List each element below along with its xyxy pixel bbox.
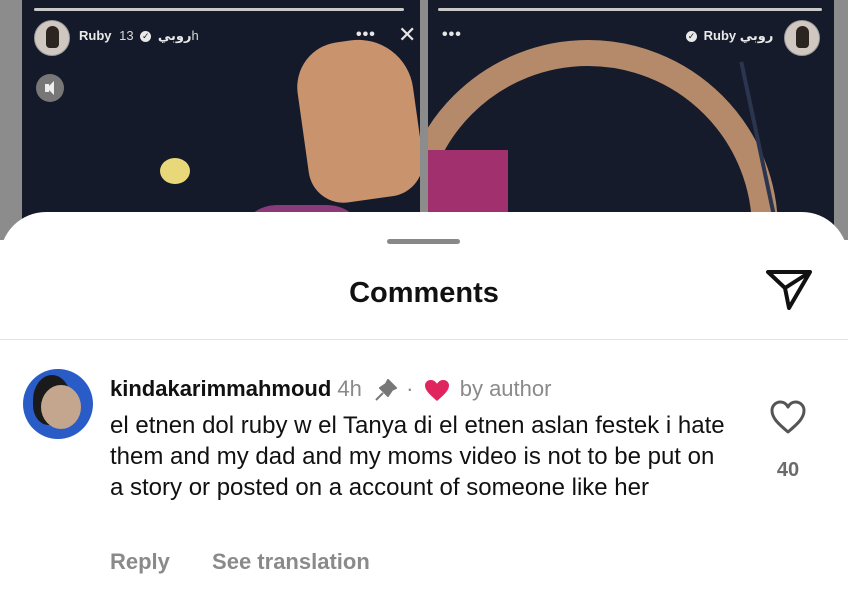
sheet-drag-handle[interactable] [387,239,460,244]
comment-actions: Reply See translation [110,549,370,575]
more-icon[interactable]: ••• [356,26,376,44]
story-arabic-name: روبي [739,28,774,43]
pin-icon [375,379,398,401]
speaker-icon[interactable] [36,74,64,102]
meta-separator: · [406,376,414,401]
header-divider [0,339,848,340]
comment-username[interactable]: kindakarimmahmoud [110,376,331,401]
comment-text: el etnen dol ruby w el Tanya di el etnen… [110,412,725,501]
story-username: Ruby [79,28,112,43]
story-username: Ruby [703,28,737,43]
verified-icon: ✓ [686,31,697,43]
liked-by-author: by author [459,376,552,401]
story-arabic-name: روبي [157,28,192,43]
story-user-left[interactable]: Ruby روبي ✓ 13h [79,28,199,44]
heart-filled-icon [424,379,449,401]
sheet-title: Comments [349,277,499,309]
comment-meta: kindakarimmahmoud 4h · by author [110,376,551,402]
see-translation-button[interactable]: See translation [212,549,370,574]
story-panel-right[interactable]: ••• ✓ Ruby روبي [428,0,834,240]
comment-time: 4h [337,376,362,401]
story-image-hand [291,32,420,208]
close-icon[interactable]: ✕ [398,22,416,48]
reply-button[interactable]: Reply [110,549,170,574]
story-progress-bar [34,8,404,11]
story-avatar[interactable] [784,20,820,56]
story-progress-bar [438,8,822,11]
heart-outline-icon[interactable] [770,400,806,434]
story-avatar[interactable] [34,20,70,56]
verified-icon: ✓ [140,31,152,43]
like-count: 40 [776,459,800,481]
send-icon[interactable] [765,268,813,312]
comments-sheet: Comments kindakarimmahmoud 4h · by autho… [0,212,848,594]
avatar[interactable] [23,369,93,439]
story-user-right[interactable]: ✓ Ruby روبي [683,28,773,44]
story-image-object [160,158,190,184]
story-panel-left[interactable]: Ruby روبي ✓ 13h ••• ✕ [22,0,420,240]
more-icon[interactable]: ••• [442,26,462,44]
